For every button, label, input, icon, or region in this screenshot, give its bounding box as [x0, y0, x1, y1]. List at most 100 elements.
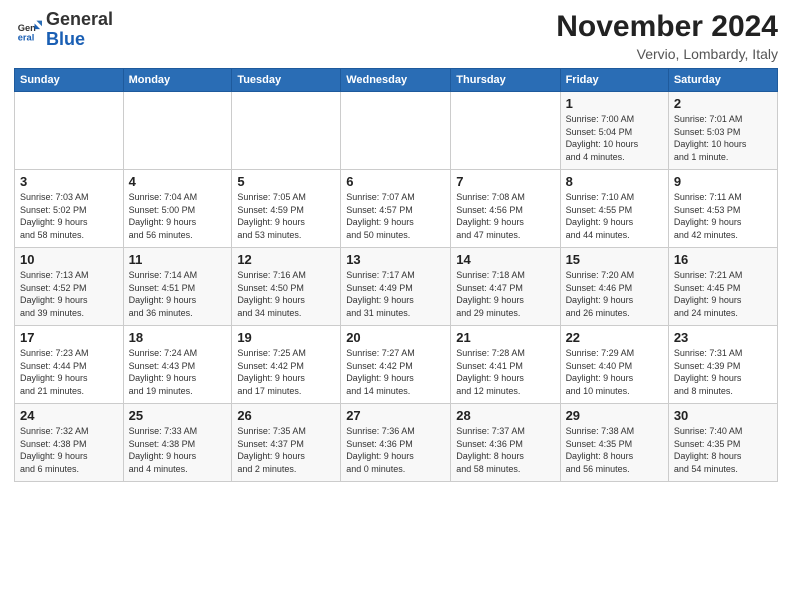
logo-text: General Blue [46, 10, 113, 50]
calendar-cell: 1 Sunrise: 7:00 AM Sunset: 5:04 PM Daylig… [560, 92, 668, 170]
calendar-cell: 30 Sunrise: 7:40 AM Sunset: 4:35 PM Dayli… [668, 404, 777, 482]
day-info: Sunrise: 7:32 AM Sunset: 4:38 PM Dayligh… [20, 425, 118, 475]
calendar-page: Gen eral General Blue November 2024 Verv… [0, 0, 792, 492]
calendar-cell: 21 Sunrise: 7:28 AM Sunset: 4:41 PM Dayli… [451, 326, 560, 404]
calendar-cell: 12Sunrise: 7:16 AM Sunset: 4:50 PM Dayli… [232, 248, 341, 326]
calendar-cell: 17 Sunrise: 7:23 AM Sunset: 4:44 PM Dayli… [15, 326, 124, 404]
title-block: November 2024 Vervio, Lombardy, Italy [556, 10, 778, 62]
calendar-cell: 3 Sunrise: 7:03 AM Sunset: 5:02 PM Daylig… [15, 170, 124, 248]
calendar-cell: 16 Sunrise: 7:21 AM Sunset: 4:45 PM Dayli… [668, 248, 777, 326]
calendar-cell: 27Sunrise: 7:36 AM Sunset: 4:36 PM Dayli… [341, 404, 451, 482]
weekday-thursday: Thursday [451, 69, 560, 92]
weekday-sunday: Sunday [15, 69, 124, 92]
calendar-cell: 4 Sunrise: 7:04 AM Sunset: 5:00 PM Daylig… [123, 170, 232, 248]
calendar-cell [15, 92, 124, 170]
day-number: 18 [129, 330, 227, 345]
weekday-saturday: Saturday [668, 69, 777, 92]
day-info: Sunrise: 7:13 AM Sunset: 4:52 PM Dayligh… [20, 269, 118, 319]
day-number: 10 [20, 252, 118, 267]
logo: Gen eral General Blue [14, 10, 113, 50]
calendar-cell [341, 92, 451, 170]
day-info: Sunrise: 7:17 AM Sunset: 4:49 PM Dayligh… [346, 269, 445, 319]
day-number: 29 [566, 408, 663, 423]
svg-text:eral: eral [18, 32, 35, 42]
calendar-cell: 15Sunrise: 7:20 AM Sunset: 4:46 PM Dayli… [560, 248, 668, 326]
day-number: 30 [674, 408, 772, 423]
calendar-cell: 23Sunrise: 7:31 AM Sunset: 4:39 PM Dayli… [668, 326, 777, 404]
day-info: Sunrise: 7:18 AM Sunset: 4:47 PM Dayligh… [456, 269, 554, 319]
calendar-cell: 19 Sunrise: 7:25 AM Sunset: 4:42 PM Dayli… [232, 326, 341, 404]
day-info: Sunrise: 7:00 AM Sunset: 5:04 PM Dayligh… [566, 113, 663, 163]
calendar-cell: 11 Sunrise: 7:14 AM Sunset: 4:51 PM Dayli… [123, 248, 232, 326]
day-number: 19 [237, 330, 335, 345]
day-number: 9 [674, 174, 772, 189]
day-info: Sunrise: 7:08 AM Sunset: 4:56 PM Dayligh… [456, 191, 554, 241]
day-info: Sunrise: 7:28 AM Sunset: 4:41 PM Dayligh… [456, 347, 554, 397]
day-info: Sunrise: 7:21 AM Sunset: 4:45 PM Dayligh… [674, 269, 772, 319]
day-info: Sunrise: 7:35 AM Sunset: 4:37 PM Dayligh… [237, 425, 335, 475]
calendar-cell: 8Sunrise: 7:10 AM Sunset: 4:55 PM Daylig… [560, 170, 668, 248]
weekday-friday: Friday [560, 69, 668, 92]
month-title: November 2024 [556, 10, 778, 44]
calendar-body: 1 Sunrise: 7:00 AM Sunset: 5:04 PM Daylig… [15, 92, 778, 482]
calendar-cell: 20Sunrise: 7:27 AM Sunset: 4:42 PM Dayli… [341, 326, 451, 404]
calendar-cell: 6 Sunrise: 7:07 AM Sunset: 4:57 PM Daylig… [341, 170, 451, 248]
weekday-monday: Monday [123, 69, 232, 92]
day-number: 25 [129, 408, 227, 423]
day-info: Sunrise: 7:29 AM Sunset: 4:40 PM Dayligh… [566, 347, 663, 397]
calendar-cell: 7 Sunrise: 7:08 AM Sunset: 4:56 PM Daylig… [451, 170, 560, 248]
calendar-cell [232, 92, 341, 170]
week-row-1: 1 Sunrise: 7:00 AM Sunset: 5:04 PM Daylig… [15, 92, 778, 170]
day-number: 22 [566, 330, 663, 345]
calendar-cell: 28 Sunrise: 7:37 AM Sunset: 4:36 PM Dayli… [451, 404, 560, 482]
day-number: 14 [456, 252, 554, 267]
day-info: Sunrise: 7:10 AM Sunset: 4:55 PM Dayligh… [566, 191, 663, 241]
week-row-4: 17 Sunrise: 7:23 AM Sunset: 4:44 PM Dayli… [15, 326, 778, 404]
week-row-5: 24 Sunrise: 7:32 AM Sunset: 4:38 PM Dayli… [15, 404, 778, 482]
day-info: Sunrise: 7:25 AM Sunset: 4:42 PM Dayligh… [237, 347, 335, 397]
day-info: Sunrise: 7:03 AM Sunset: 5:02 PM Dayligh… [20, 191, 118, 241]
day-number: 3 [20, 174, 118, 189]
day-info: Sunrise: 7:23 AM Sunset: 4:44 PM Dayligh… [20, 347, 118, 397]
day-number: 11 [129, 252, 227, 267]
day-info: Sunrise: 7:07 AM Sunset: 4:57 PM Dayligh… [346, 191, 445, 241]
week-row-2: 3 Sunrise: 7:03 AM Sunset: 5:02 PM Daylig… [15, 170, 778, 248]
calendar-cell: 25 Sunrise: 7:33 AM Sunset: 4:38 PM Dayli… [123, 404, 232, 482]
calendar-cell: 14 Sunrise: 7:18 AM Sunset: 4:47 PM Dayli… [451, 248, 560, 326]
week-row-3: 10 Sunrise: 7:13 AM Sunset: 4:52 PM Dayli… [15, 248, 778, 326]
day-number: 1 [566, 96, 663, 111]
day-number: 6 [346, 174, 445, 189]
day-number: 5 [237, 174, 335, 189]
calendar-cell: 22 Sunrise: 7:29 AM Sunset: 4:40 PM Dayli… [560, 326, 668, 404]
day-number: 17 [20, 330, 118, 345]
calendar-header: SundayMondayTuesdayWednesdayThursdayFrid… [15, 69, 778, 92]
day-info: Sunrise: 7:14 AM Sunset: 4:51 PM Dayligh… [129, 269, 227, 319]
logo-icon: Gen eral [14, 16, 42, 44]
day-number: 21 [456, 330, 554, 345]
day-info: Sunrise: 7:20 AM Sunset: 4:46 PM Dayligh… [566, 269, 663, 319]
calendar-cell: 2Sunrise: 7:01 AM Sunset: 5:03 PM Daylig… [668, 92, 777, 170]
weekday-wednesday: Wednesday [341, 69, 451, 92]
day-number: 12 [237, 252, 335, 267]
day-info: Sunrise: 7:24 AM Sunset: 4:43 PM Dayligh… [129, 347, 227, 397]
day-number: 7 [456, 174, 554, 189]
day-info: Sunrise: 7:05 AM Sunset: 4:59 PM Dayligh… [237, 191, 335, 241]
day-info: Sunrise: 7:36 AM Sunset: 4:36 PM Dayligh… [346, 425, 445, 475]
day-info: Sunrise: 7:04 AM Sunset: 5:00 PM Dayligh… [129, 191, 227, 241]
day-number: 2 [674, 96, 772, 111]
day-number: 20 [346, 330, 445, 345]
day-info: Sunrise: 7:40 AM Sunset: 4:35 PM Dayligh… [674, 425, 772, 475]
calendar-cell: 26Sunrise: 7:35 AM Sunset: 4:37 PM Dayli… [232, 404, 341, 482]
calendar-cell [451, 92, 560, 170]
day-number: 4 [129, 174, 227, 189]
day-number: 28 [456, 408, 554, 423]
weekday-header-row: SundayMondayTuesdayWednesdayThursdayFrid… [15, 69, 778, 92]
calendar-table: SundayMondayTuesdayWednesdayThursdayFrid… [14, 68, 778, 482]
day-number: 16 [674, 252, 772, 267]
header: Gen eral General Blue November 2024 Verv… [14, 10, 778, 62]
day-info: Sunrise: 7:37 AM Sunset: 4:36 PM Dayligh… [456, 425, 554, 475]
day-info: Sunrise: 7:33 AM Sunset: 4:38 PM Dayligh… [129, 425, 227, 475]
calendar-cell: 18 Sunrise: 7:24 AM Sunset: 4:43 PM Dayli… [123, 326, 232, 404]
calendar-cell: 24 Sunrise: 7:32 AM Sunset: 4:38 PM Dayli… [15, 404, 124, 482]
day-number: 24 [20, 408, 118, 423]
